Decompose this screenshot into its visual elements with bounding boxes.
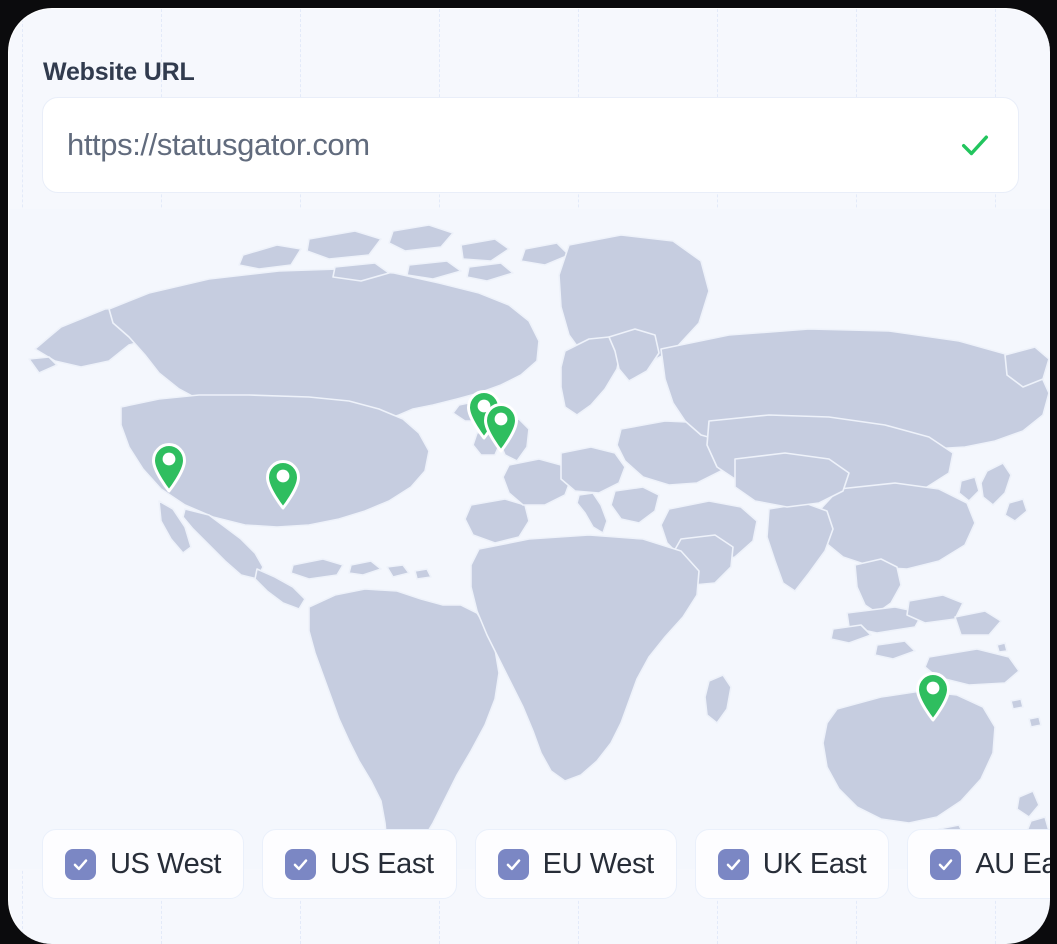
checkmark-icon xyxy=(504,855,523,874)
region-chip-eu-west[interactable]: EU West xyxy=(475,829,677,899)
region-checkbox-group: US West US East EU West xyxy=(42,829,1050,899)
checkmark-icon xyxy=(936,855,955,874)
website-url-field[interactable]: https://statusgator.com xyxy=(42,97,1019,193)
region-chip-uk-east[interactable]: UK East xyxy=(695,829,890,899)
world-map xyxy=(9,209,1050,869)
website-url-input[interactable]: https://statusgator.com xyxy=(67,127,958,163)
checkbox-eu-west[interactable] xyxy=(498,849,529,880)
page-title: Website URL xyxy=(43,58,195,87)
checkmark-icon xyxy=(291,855,310,874)
region-chip-us-east[interactable]: US East xyxy=(262,829,457,899)
checkbox-au-east[interactable] xyxy=(930,849,961,880)
checkmark-icon xyxy=(71,855,90,874)
checkbox-us-west[interactable] xyxy=(65,849,96,880)
widget-card: Website URL https://statusgator.com xyxy=(8,8,1050,944)
checkmark-icon xyxy=(724,855,743,874)
region-chip-au-east[interactable]: AU East xyxy=(907,829,1050,899)
region-label-uk-east: UK East xyxy=(763,848,867,881)
check-icon xyxy=(958,128,992,162)
region-label-us-east: US East xyxy=(330,848,434,881)
checkbox-us-east[interactable] xyxy=(285,849,316,880)
region-label-eu-west: EU West xyxy=(543,848,654,881)
checkbox-uk-east[interactable] xyxy=(718,849,749,880)
region-label-au-east: AU East xyxy=(975,848,1050,881)
world-map-svg xyxy=(9,209,1050,869)
region-chip-us-west[interactable]: US West xyxy=(42,829,244,899)
region-label-us-west: US West xyxy=(110,848,221,881)
